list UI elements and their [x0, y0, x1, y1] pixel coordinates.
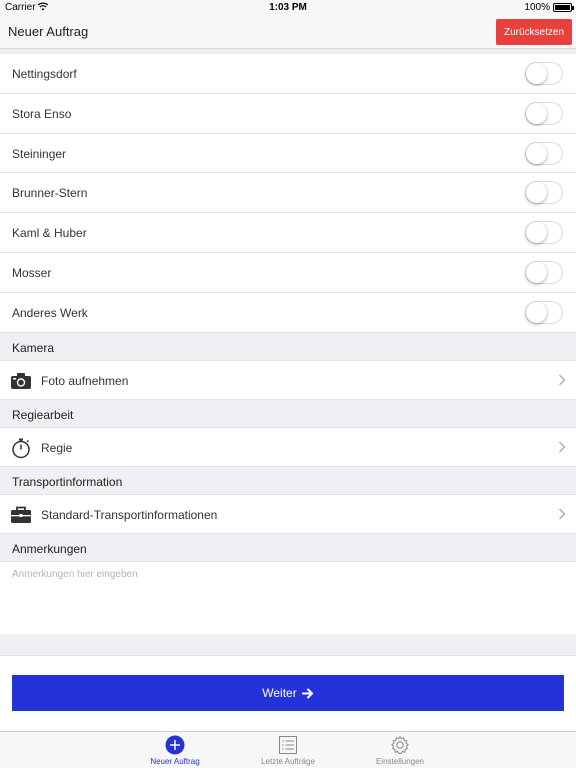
plant-row-anderes-werk: Anderes Werk: [0, 292, 576, 333]
reset-button[interactable]: Zurücksetzen: [496, 19, 572, 45]
tab-settings[interactable]: Einstellungen: [355, 735, 445, 768]
page-title: Neuer Auftrag: [8, 24, 89, 39]
plant-row-brunner-stern: Brunner-Stern: [0, 173, 576, 214]
toggle-knob: [526, 301, 547, 323]
tab-label: Neuer Auftrag: [150, 757, 200, 766]
section-title: Transportinformation: [12, 474, 123, 489]
toggle-knob: [526, 261, 547, 283]
plant-label: Kaml & Huber: [12, 226, 87, 241]
plant-toggle[interactable]: [525, 62, 563, 85]
chevron-right-icon: [558, 374, 566, 386]
notes-input[interactable]: [0, 561, 576, 634]
plant-row-stora-enso: Stora Enso: [0, 93, 576, 134]
next-button[interactable]: Weiter: [12, 675, 564, 711]
next-button-area: Weiter: [0, 656, 576, 731]
regie-row[interactable]: Regie: [0, 427, 576, 467]
section-header-transport: Transportinformation: [0, 466, 576, 495]
plant-row-nettingsdorf: Nettingsdorf: [0, 54, 576, 94]
plant-label: Mosser: [12, 265, 52, 280]
tab-bar: Neuer Auftrag Letzte Aufträge Einstellun…: [0, 731, 576, 768]
row-label: Regie: [41, 440, 73, 455]
arrow-right-icon: [301, 687, 314, 699]
row-label: Standard-Transportinformationen: [41, 507, 218, 522]
toggle-knob: [526, 142, 547, 164]
plant-toggle[interactable]: [525, 260, 563, 284]
section-title: Kamera: [12, 340, 55, 355]
plant-toggle[interactable]: [525, 181, 563, 205]
next-button-label: Weiter: [262, 686, 297, 700]
battery-percent: 100%: [524, 2, 550, 13]
plus-circle-icon: [165, 735, 185, 755]
toggle-knob: [526, 63, 547, 84]
plant-toggle[interactable]: [525, 300, 563, 324]
plant-label: Stora Enso: [12, 106, 72, 121]
plant-toggle[interactable]: [525, 141, 563, 165]
plant-label: Anderes Werk: [12, 305, 88, 320]
tab-new-order[interactable]: Neuer Auftrag: [130, 735, 220, 768]
tab-label: Einstellungen: [375, 757, 425, 766]
plant-toggle[interactable]: [525, 221, 563, 245]
section-spacer: [0, 633, 576, 656]
row-label: Foto aufnehmen: [41, 373, 129, 388]
toggle-knob: [526, 182, 547, 204]
battery-icon: [553, 3, 572, 12]
navigation-bar: Neuer Auftrag Zurücksetzen: [0, 15, 576, 49]
tab-recent-orders[interactable]: Letzte Aufträge: [243, 735, 333, 768]
form-content: Nettingsdorf Stora Enso Steininger Brunn…: [0, 54, 576, 656]
camera-icon: [11, 372, 31, 389]
section-title: Anmerkungen: [12, 541, 87, 556]
plant-label: Steininger: [12, 146, 67, 161]
toggle-knob: [526, 222, 547, 244]
plant-row-mosser: Mosser: [0, 252, 576, 293]
chevron-right-icon: [558, 441, 566, 453]
plant-toggle[interactable]: [525, 101, 563, 125]
take-photo-row[interactable]: Foto aufnehmen: [0, 360, 576, 400]
list-icon: [279, 736, 297, 754]
toggle-knob: [526, 102, 547, 124]
notes-container: [0, 561, 576, 634]
briefcase-icon: [11, 506, 31, 523]
plant-label: Brunner-Stern: [12, 186, 88, 201]
status-bar: Carrier 1:03 PM 100%: [0, 0, 576, 15]
plant-row-kaml-huber: Kaml & Huber: [0, 213, 576, 253]
battery-tip: [572, 6, 574, 10]
section-header-camera: Kamera: [0, 332, 576, 361]
plant-row-steininger: Steininger: [0, 133, 576, 174]
transport-info-row[interactable]: Standard-Transportinformationen: [0, 494, 576, 534]
section-header-regie: Regiearbeit: [0, 399, 576, 428]
chevron-right-icon: [558, 508, 566, 520]
section-header-notes: Anmerkungen: [0, 533, 576, 562]
section-title: Regiearbeit: [12, 407, 74, 422]
stopwatch-icon: [12, 438, 30, 458]
tab-label: Letzte Aufträge: [261, 757, 315, 766]
clock: 1:03 PM: [269, 2, 307, 13]
plant-label: Nettingsdorf: [12, 67, 77, 81]
gear-icon: [391, 735, 409, 755]
